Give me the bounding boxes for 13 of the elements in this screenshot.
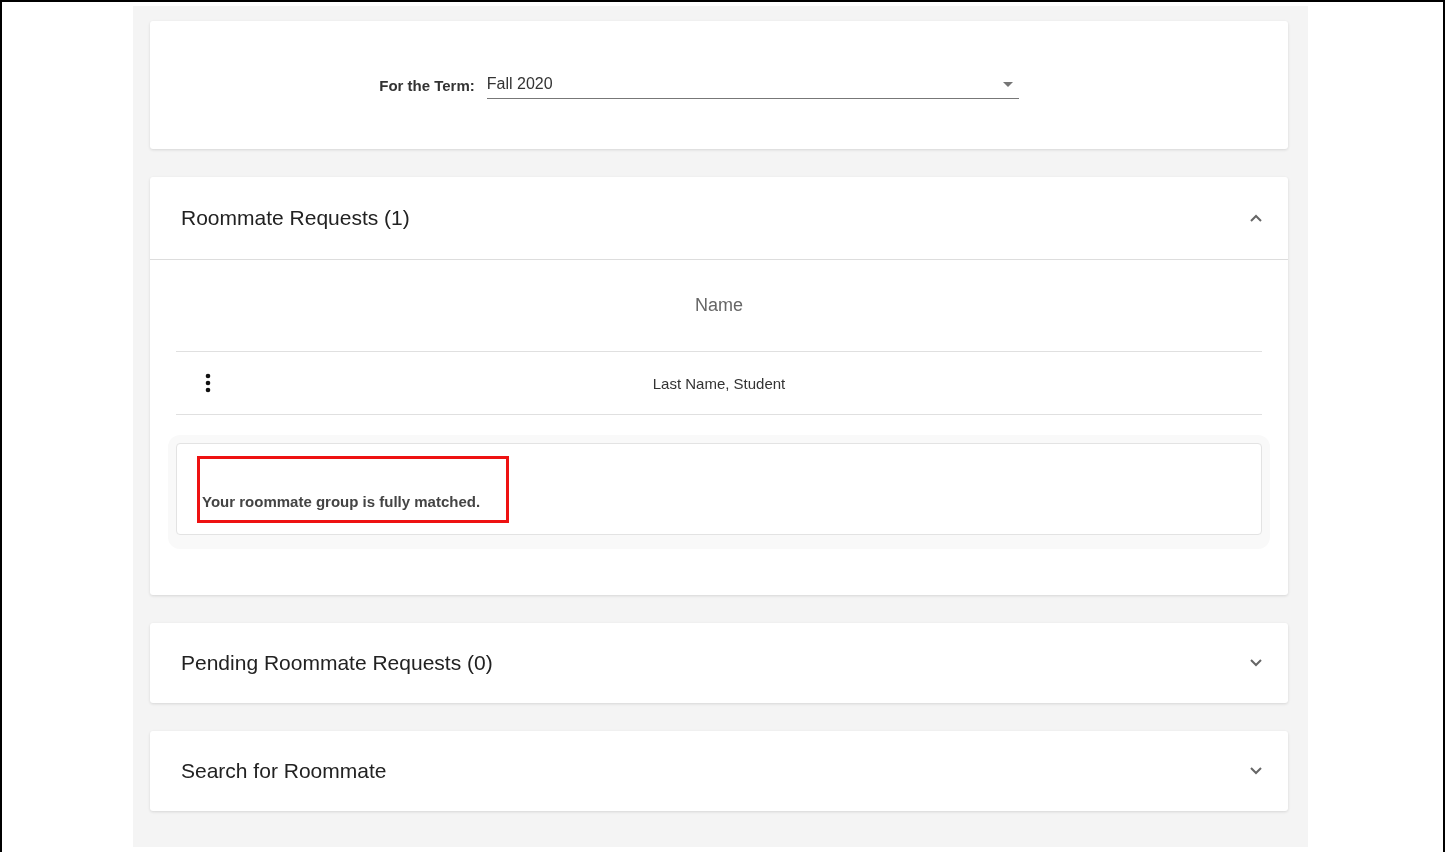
message-text: Your roommate group is fully matched. xyxy=(197,455,510,523)
section-title[interactable]: Pending Roommate Requests (0) xyxy=(181,651,493,675)
column-header: Name xyxy=(694,295,744,316)
section-title[interactable]: Search for Roommate xyxy=(181,759,387,783)
term-select[interactable]: Fall 2020 xyxy=(486,71,1019,99)
dropdown-caret-icon xyxy=(1002,81,1013,87)
section-title[interactable]: Roommate Requests (1) xyxy=(181,206,410,230)
collapse-chevron-icon[interactable] xyxy=(1250,214,1262,222)
expand-chevron-icon[interactable] xyxy=(1250,659,1262,667)
expand-chevron-icon[interactable] xyxy=(1250,767,1262,775)
more-options-icon[interactable] xyxy=(205,373,211,393)
table-cell-text: Last Name, Student xyxy=(651,374,787,392)
term-label: For the Term: xyxy=(378,76,475,94)
